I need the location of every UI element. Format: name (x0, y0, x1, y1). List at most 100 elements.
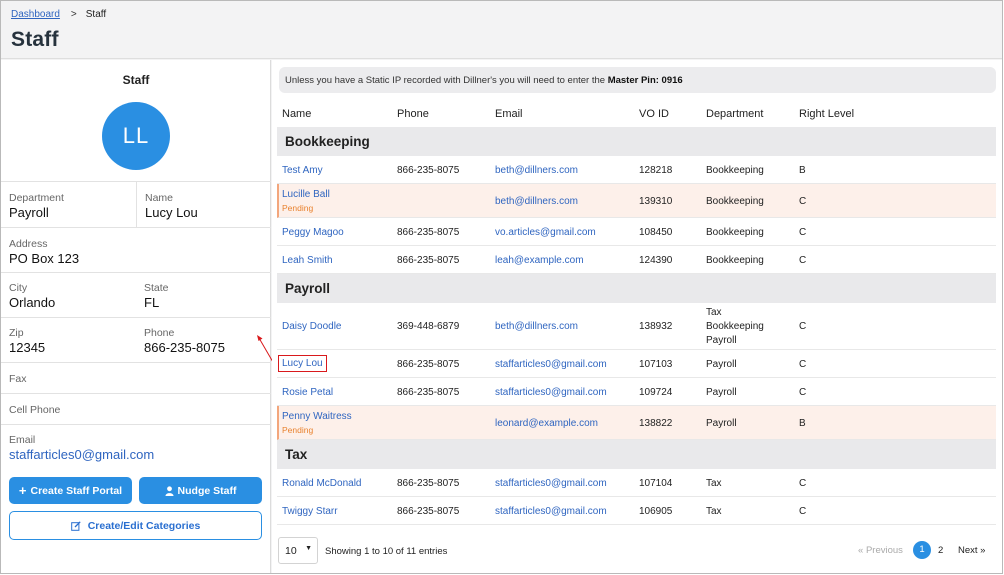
staff-vo-id: 106905 (639, 506, 673, 517)
zip-value: 12345 (9, 340, 46, 355)
col-header-email[interactable]: Email (495, 108, 523, 120)
staff-vo-id: 128218 (639, 165, 673, 176)
master-pin: Master Pin: 0916 (607, 75, 683, 86)
staff-right-level: C (799, 387, 807, 398)
page-size-select[interactable]: 10 ▼ (278, 537, 318, 564)
entries-info: Showing 1 to 10 of 11 entries (325, 546, 448, 557)
state-cell: State FL (136, 273, 271, 317)
phone-value: 866-235-8075 (144, 340, 225, 355)
staff-name-link[interactable]: Penny Waitress (282, 411, 352, 422)
staff-email-link[interactable]: staffarticles0@gmail.com (495, 506, 607, 517)
breadcrumb-dashboard-link[interactable]: Dashboard (11, 9, 60, 20)
staff-phone: 866-235-8075 (397, 387, 460, 398)
staff-email-link[interactable]: leonard@example.com (495, 418, 598, 429)
fax-label: Fax (9, 373, 27, 385)
staff-table-panel: Unless you have a Static IP recorded wit… (272, 60, 1002, 573)
group-header-payroll: Payroll (277, 274, 996, 303)
table-row[interactable]: Leah Smith 866-235-8075 leah@example.com… (277, 246, 996, 274)
staff-department-line: Tax (706, 307, 722, 318)
staff-email-link[interactable]: staffarticles0@gmail.com (495, 359, 607, 370)
staff-vo-id: 124390 (639, 255, 673, 266)
previous-page-button[interactable]: « Previous (858, 545, 903, 556)
staff-department-line: Bookkeeping (706, 321, 764, 332)
staff-name-link[interactable]: Lucille Ball (282, 189, 330, 200)
table-row[interactable]: Test Amy 866-235-8075 beth@dillners.com … (277, 156, 996, 184)
staff-right-level: C (799, 478, 807, 489)
col-header-phone[interactable]: Phone (397, 108, 429, 120)
plus-icon: + (18, 482, 27, 498)
staff-name-link[interactable]: Peggy Magoo (282, 227, 344, 238)
staff-name-link[interactable]: Rosie Petal (282, 387, 333, 398)
name-cell: Name Lucy Lou (136, 182, 271, 227)
page-1-button[interactable]: 1 (913, 541, 931, 559)
zip-label: Zip (9, 327, 24, 339)
table-row[interactable]: Lucy Lou 866-235-8075 staffarticles0@gma… (277, 350, 996, 378)
create-staff-portal-button[interactable]: + Create Staff Portal (9, 477, 132, 504)
state-value: FL (144, 295, 160, 310)
staff-name-link[interactable]: Ronald McDonald (282, 478, 362, 489)
email-label: Email (9, 434, 36, 446)
staff-email-link[interactable]: beth@dillners.com (495, 196, 578, 207)
staff-right-level: C (799, 255, 807, 266)
table-row[interactable]: Rosie Petal 866-235-8075 staffarticles0@… (277, 378, 996, 406)
staff-department: Payroll (706, 387, 737, 398)
app-window: Dashboard > Staff Staff Staff LL Departm… (0, 0, 1003, 574)
staff-email-link[interactable]: beth@dillners.com (495, 165, 578, 176)
staff-phone: 866-235-8075 (397, 227, 460, 238)
staff-right-level: B (799, 165, 806, 176)
table-row[interactable]: Lucille Ball Pending beth@dillners.com 1… (277, 184, 996, 218)
table-row[interactable]: Twiggy Starr 866-235-8075 staffarticles0… (277, 497, 996, 525)
staff-department: Bookkeeping (706, 196, 764, 207)
staff-name-link[interactable]: Daisy Doodle (282, 321, 341, 332)
email-value[interactable]: staffarticles0@gmail.com (9, 447, 154, 462)
staff-phone: 866-235-8075 (397, 506, 460, 517)
table-row[interactable]: Ronald McDonald 866-235-8075 staffarticl… (277, 469, 996, 497)
staff-vo-id: 108450 (639, 227, 673, 238)
staff-vo-id: 138822 (639, 418, 673, 429)
staff-profile-panel: Staff LL Department Payroll Name Lucy Lo… (1, 60, 271, 573)
staff-vo-id: 107104 (639, 478, 673, 489)
table-row[interactable]: Daisy Doodle 369-448-6879 beth@dillners.… (277, 303, 996, 350)
address-label: Address (9, 238, 48, 250)
cell-phone-label: Cell Phone (9, 404, 61, 416)
staff-department: Bookkeeping (706, 227, 764, 238)
name-label: Name (145, 192, 174, 204)
staff-name-link[interactable]: Twiggy Starr (282, 506, 338, 517)
table-row[interactable]: Penny Waitress Pending leonard@example.c… (277, 406, 996, 440)
next-page-button[interactable]: Next » (958, 545, 985, 556)
email-row: Email staffarticles0@gmail.com (1, 424, 271, 472)
page-2-button[interactable]: 2 (938, 545, 943, 556)
staff-name-link-highlighted[interactable]: Lucy Lou (278, 355, 327, 372)
chevron-down-icon: ▼ (305, 545, 312, 552)
staff-name-link[interactable]: Test Amy (282, 165, 323, 176)
address-value: PO Box 123 (9, 251, 80, 266)
staff-department: Tax (706, 506, 722, 517)
staff-email-link[interactable]: staffarticles0@gmail.com (495, 478, 607, 489)
table-row[interactable]: Peggy Magoo 866-235-8075 vo.articles@gma… (277, 218, 996, 246)
staff-name-link[interactable]: Leah Smith (282, 255, 333, 266)
staff-vo-id: 109724 (639, 387, 673, 398)
staff-email-link[interactable]: staffarticles0@gmail.com (495, 387, 607, 398)
staff-right-level: C (799, 359, 807, 370)
fax-row: Fax (1, 362, 271, 393)
staff-email-link[interactable]: beth@dillners.com (495, 321, 578, 332)
cell-phone-row: Cell Phone (1, 393, 271, 424)
col-header-department[interactable]: Department (706, 108, 763, 120)
state-label: State (144, 282, 169, 294)
breadcrumb-separator: > (70, 9, 77, 20)
col-header-vo-id[interactable]: VO ID (639, 108, 669, 120)
city-cell: City Orlando (1, 273, 136, 317)
create-edit-categories-button[interactable]: Create/Edit Categories (9, 511, 262, 540)
name-value: Lucy Lou (145, 205, 198, 220)
staff-department: Bookkeeping (706, 255, 764, 266)
col-header-name[interactable]: Name (282, 108, 311, 120)
col-header-right-level[interactable]: Right Level (799, 108, 854, 120)
staff-department: Payroll (706, 359, 737, 370)
address-row: Address PO Box 123 (1, 227, 271, 272)
pending-status: Pending (282, 203, 314, 213)
staff-email-link[interactable]: leah@example.com (495, 255, 584, 266)
previous-label: Previous (865, 545, 903, 556)
group-header-tax: Tax (277, 440, 996, 469)
nudge-staff-button[interactable]: Nudge Staff (139, 477, 262, 504)
staff-email-link[interactable]: vo.articles@gmail.com (495, 227, 596, 238)
